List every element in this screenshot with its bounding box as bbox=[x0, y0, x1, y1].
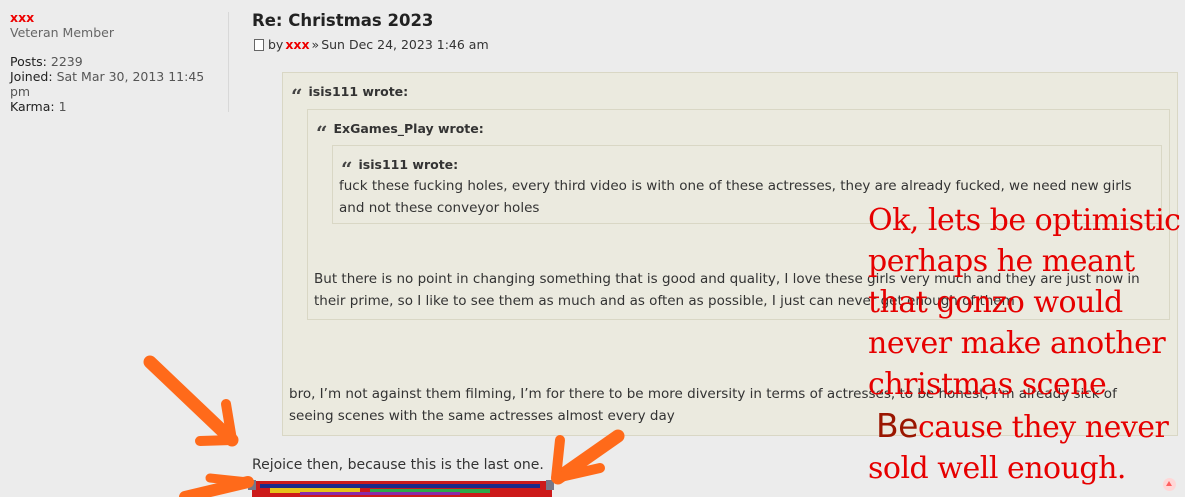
post-sep: » bbox=[311, 37, 320, 52]
reply-text: Rejoice then, because this is the last o… bbox=[252, 457, 544, 473]
profile-divider bbox=[228, 12, 229, 112]
karma-label: Karma: bbox=[10, 99, 55, 114]
profile-posts: Posts: 2239 bbox=[10, 54, 225, 69]
quote-icon: “ bbox=[291, 84, 303, 108]
annotation-line: Because they never bbox=[868, 405, 1180, 448]
post-meta: by xxx » Sun Dec 24, 2023 1:46 am bbox=[254, 37, 489, 52]
annotation-be-rest: cause they never bbox=[917, 410, 1169, 445]
annotation-be: Be bbox=[876, 406, 918, 445]
annotation-line: perhaps he meant bbox=[868, 244, 1135, 279]
annotation-line: never make another bbox=[868, 326, 1166, 361]
annotation-line: christmas scene bbox=[868, 367, 1107, 402]
handwritten-annotation: Ok, lets be optimistic perhaps he meant th… bbox=[868, 200, 1181, 489]
profile-joined: Joined: Sat Mar 30, 2013 11:45 bbox=[10, 69, 225, 84]
quote-icon: “ bbox=[341, 157, 353, 181]
joined-label: Joined: bbox=[10, 69, 53, 84]
arrow-left-lower bbox=[179, 473, 254, 497]
quote-inner-header: “ isis111 wrote: bbox=[341, 154, 459, 181]
profile-karma: Karma: 1 bbox=[10, 99, 225, 114]
quote-middle-header: “ ExGames_Play wrote: bbox=[316, 118, 484, 145]
quote-inner-author: isis111 wrote: bbox=[358, 157, 459, 172]
joined-date-cont: pm bbox=[10, 84, 31, 99]
post-by: by bbox=[268, 37, 284, 52]
annotation-line: sold well enough. bbox=[868, 451, 1126, 486]
karma-value: 1 bbox=[58, 99, 67, 114]
post-date: Sun Dec 24, 2023 1:46 am bbox=[321, 37, 489, 52]
joined-date: Sat Mar 30, 2013 11:45 bbox=[56, 69, 205, 84]
scribble-bar bbox=[248, 480, 554, 497]
posts-count[interactable]: 2239 bbox=[51, 54, 83, 69]
arrow-right bbox=[551, 429, 625, 485]
quote-outer-header: “ isis111 wrote: bbox=[291, 81, 409, 108]
post-title[interactable]: Re: Christmas 2023 bbox=[252, 11, 433, 30]
arrow-left-upper bbox=[143, 355, 239, 447]
profile-username[interactable]: xxx bbox=[10, 10, 225, 25]
poster-profile: xxx Veteran Member Posts: 2239 Joined: S… bbox=[10, 10, 225, 114]
annotation-line: that gonzo would bbox=[868, 285, 1123, 320]
document-icon[interactable] bbox=[254, 38, 264, 51]
posts-label: Posts: bbox=[10, 54, 47, 69]
quote-icon: “ bbox=[316, 121, 328, 145]
scroll-up-icon[interactable] bbox=[1163, 478, 1176, 491]
profile-rank: Veteran Member bbox=[10, 25, 114, 40]
quote-middle-author: ExGames_Play wrote: bbox=[333, 121, 484, 136]
post-author[interactable]: xxx bbox=[285, 37, 309, 52]
quote-outer-author: isis111 wrote: bbox=[308, 84, 409, 99]
annotation-line: Ok, lets be optimistic bbox=[868, 203, 1181, 238]
